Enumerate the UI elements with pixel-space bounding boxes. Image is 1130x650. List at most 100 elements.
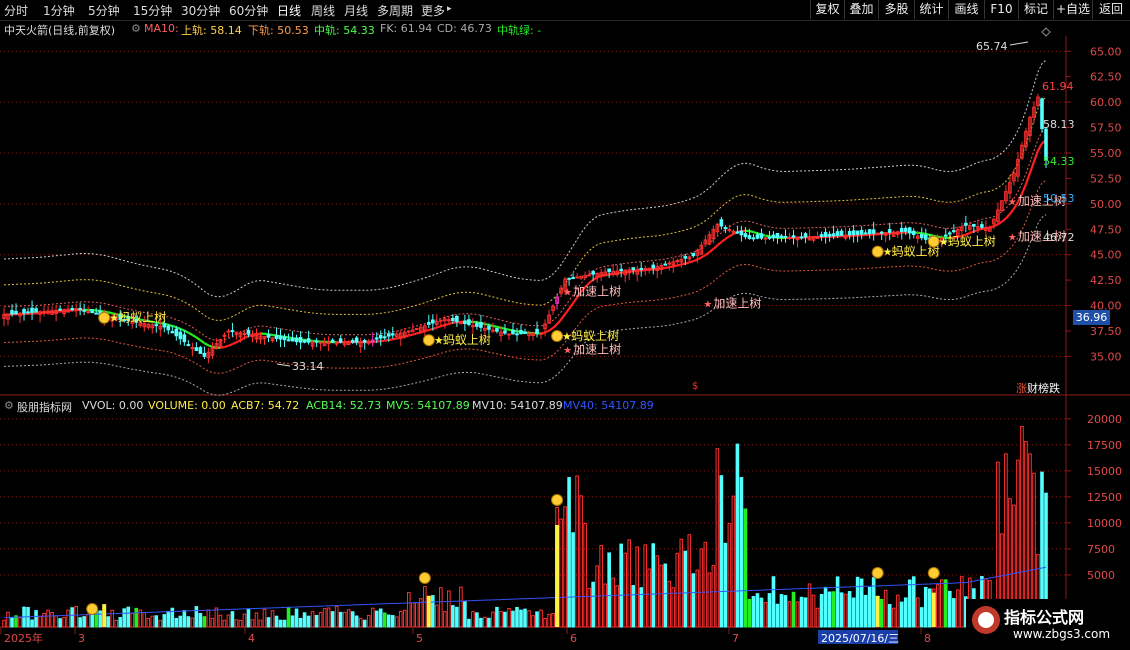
volume-tick-label: 15000: [1087, 465, 1122, 478]
money-bag-icon: [422, 334, 435, 347]
volume-bar: [819, 593, 824, 628]
volume-bar: [158, 619, 163, 628]
candle-body: [298, 337, 303, 343]
volume-bar: [871, 577, 876, 628]
candle-body: [639, 267, 644, 270]
date-label: 2025年: [4, 631, 43, 645]
candle-body: [691, 252, 696, 257]
ma10-segment: [412, 332, 418, 336]
candle-body: [535, 328, 539, 334]
candle-body: [515, 333, 519, 336]
date-label: 3: [78, 632, 85, 645]
volume-bar: [715, 448, 720, 628]
volume-tick-label: 17500: [1087, 439, 1122, 452]
volume-bar: [34, 610, 38, 628]
volume-bar: [106, 616, 111, 628]
ma10-segment: [199, 339, 206, 345]
candle-body: [439, 319, 443, 322]
volume-bar: [639, 587, 644, 628]
volume-bar: [759, 597, 764, 628]
candle-body: [202, 352, 207, 357]
volume-bar: [30, 619, 34, 628]
middle-band-right-label: 54.33: [1043, 155, 1075, 168]
candle-body: [791, 235, 796, 238]
ma10-segment: [231, 341, 237, 346]
volume-bar: [623, 552, 627, 628]
ma10-segment: [613, 272, 618, 275]
price-tick-label: 35.00: [1090, 350, 1122, 363]
volume-bar: [891, 607, 896, 628]
ma10-segment: [388, 338, 393, 342]
ma10-segment: [700, 254, 706, 259]
candle-body: [567, 277, 571, 280]
ant-tree-label: 蚂蚁上树: [571, 328, 619, 343]
signal-volume-bar: [426, 595, 431, 627]
volume-bar: [483, 616, 487, 628]
volume-bar: [815, 607, 820, 628]
ma10-segment: [428, 327, 434, 332]
volume-bar: [923, 586, 928, 628]
ma10-segment: [572, 296, 578, 304]
volume-bar: [503, 611, 507, 628]
ma10-segment: [665, 266, 670, 269]
volume-bar: [771, 576, 776, 628]
volume-bar: [807, 583, 812, 628]
candle-body: [166, 325, 171, 331]
candle-body: [487, 326, 491, 330]
candle-body: [427, 322, 431, 325]
kline-chart[interactable]: ★ 蚂蚁上树★ 蚂蚁上树 ★ 蚂蚁上树★ 蚂蚁上树★ 蚂蚁上树★ 加速上树★ 加速上树★ 加速上树…: [0, 0, 1130, 650]
volume-bar: [619, 543, 623, 628]
candle-body: [94, 312, 98, 315]
volume-bar: [523, 608, 527, 628]
volume-bar: [883, 589, 888, 628]
volume-bar: [330, 611, 335, 628]
volume-bar: [214, 607, 219, 628]
volume-bar: [475, 612, 479, 628]
volume-bar: [659, 564, 664, 628]
ma10-segment: [617, 271, 622, 275]
volume-bar: [811, 594, 816, 628]
volume-bar: [927, 588, 932, 628]
ma10-segment: [989, 225, 995, 229]
volume-bar: [382, 612, 387, 628]
price-tick-label: 65.00: [1090, 45, 1122, 58]
volume-bar: [499, 611, 503, 628]
volume-bar: [439, 587, 443, 628]
volume-bar: [935, 584, 940, 628]
lower-envelope-line: [3, 214, 1047, 396]
volume-tick-label: 20000: [1087, 413, 1122, 426]
date-label: 5: [416, 632, 423, 645]
candle-body: [859, 229, 864, 235]
volume-bar: [867, 586, 872, 628]
volume-bar: [683, 550, 688, 628]
volume-bar: [655, 555, 660, 628]
candle-body: [186, 344, 191, 347]
volume-tick-label: 5000: [1087, 569, 1115, 582]
volume-bar: [406, 592, 411, 628]
volume-bar: [134, 607, 139, 628]
ma10-segment: [749, 230, 754, 234]
price-tick-label: 52.50: [1090, 172, 1122, 185]
volume-bar: [747, 598, 752, 628]
volume-bar: [803, 597, 808, 628]
candle-body: [751, 237, 756, 240]
candle-body: [290, 338, 295, 342]
limit-badge[interactable]: 涨财榜跌: [1016, 380, 1060, 396]
volume-bar: [479, 617, 483, 628]
candle-body: [306, 338, 311, 343]
volume-bar: [218, 614, 223, 628]
ma10-segment: [688, 260, 694, 264]
volume-bar: [647, 568, 652, 628]
accel-tree-label: 加速上树: [573, 341, 621, 356]
candle-body: [503, 330, 507, 334]
volume-bar: [627, 539, 632, 628]
volume-bar: [571, 532, 575, 628]
candle-body: [58, 308, 62, 311]
ma10-segment: [661, 266, 666, 270]
volume-bar: [242, 613, 247, 628]
volume-bar: [739, 477, 744, 628]
low-price-pointer: [276, 363, 291, 367]
volume-bar: [190, 617, 195, 628]
candle-body: [274, 334, 279, 339]
volume-bar: [687, 534, 692, 628]
